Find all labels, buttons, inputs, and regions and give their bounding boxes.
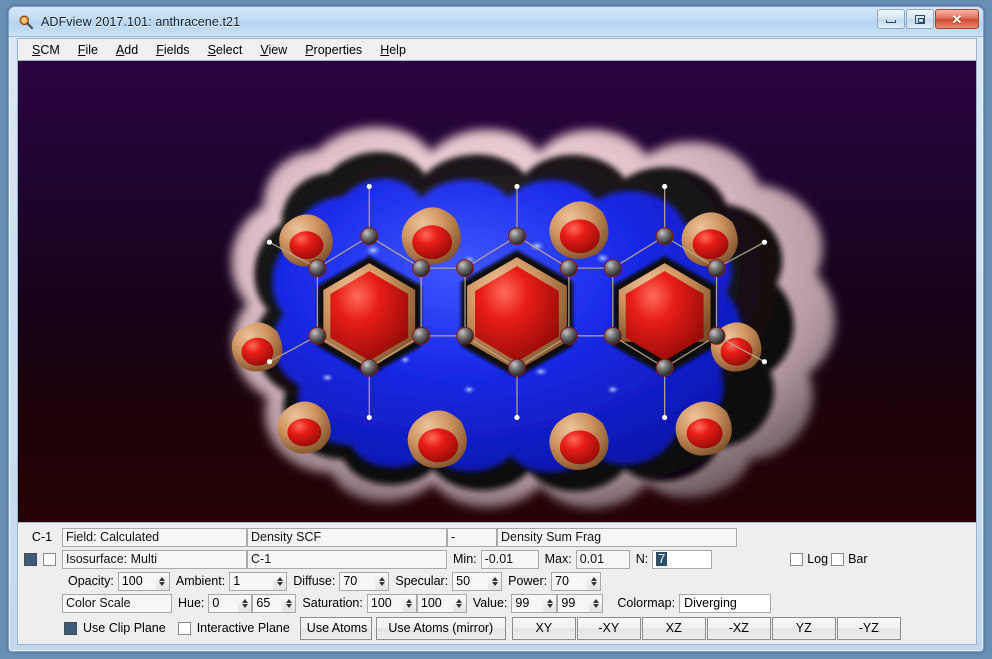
isosurface-render <box>231 126 836 509</box>
plane-row: Use Clip Plane Interactive Plane Use Ato… <box>20 616 976 640</box>
hue-input-1[interactable]: 0 <box>208 593 239 613</box>
field-name2-box[interactable]: Density Sum Frag <box>497 527 737 547</box>
menu-item-select[interactable]: Select <box>199 41 252 59</box>
bar-label: Bar <box>848 552 868 566</box>
control-panel: C-1 Field: Calculated Density SCF - Dens… <box>17 523 977 645</box>
surface-color-swatch[interactable] <box>24 552 37 566</box>
surface-visible-checkbox[interactable] <box>43 552 56 566</box>
saturation-spinner-1[interactable] <box>402 593 417 613</box>
use-atoms-mirror-button[interactable]: Use Atoms (mirror) <box>375 616 506 640</box>
max-input[interactable]: 0.01 <box>575 549 630 569</box>
isosurface-value-box[interactable]: C-1 <box>247 549 447 569</box>
application-window: ADFview 2017.101: anthracene.t21 ✕ SCM F… <box>8 6 984 652</box>
interactive-plane-label: Interactive Plane <box>196 621 290 635</box>
menu-bar: SCM File Add Fields Select View Properti… <box>17 38 977 60</box>
value-spinner-2[interactable] <box>589 593 604 613</box>
minimize-icon <box>886 20 896 23</box>
n-input[interactable]: 7 <box>652 549 713 569</box>
log-checkbox[interactable] <box>790 552 804 566</box>
menu-item-file[interactable]: File <box>69 41 107 59</box>
menu-item-view[interactable]: View <box>251 41 296 59</box>
ambient-label: Ambient: <box>175 574 226 588</box>
plane-button-xz[interactable]: XZ <box>641 616 706 640</box>
window-controls: ✕ <box>876 9 979 29</box>
specular-input[interactable]: 50 <box>452 571 489 591</box>
color-scale-row: Color Scale Hue: 0 65 Saturation: 100 10… <box>20 593 976 613</box>
interactive-plane-checkbox[interactable] <box>177 621 191 635</box>
hue-spinner-2[interactable] <box>282 593 297 613</box>
hue-spinner-1[interactable] <box>238 593 253 613</box>
plane-button-neg-yz[interactable]: -YZ <box>836 616 901 640</box>
value-spinner-1[interactable] <box>543 593 558 613</box>
title-bar: ADFview 2017.101: anthracene.t21 ✕ <box>9 7 983 37</box>
field-type-box[interactable]: Field: Calculated <box>62 527 247 547</box>
use-clip-plane-label: Use Clip Plane <box>83 621 166 635</box>
minimize-button[interactable] <box>877 9 905 29</box>
isosurface-row: Isosurface: Multi C-1 Min: -0.01 Max: 0.… <box>20 549 976 569</box>
close-icon: ✕ <box>951 11 963 27</box>
use-clip-plane-checkbox[interactable] <box>64 621 77 635</box>
bar-checkbox[interactable] <box>831 552 845 566</box>
close-button[interactable]: ✕ <box>935 9 979 29</box>
colormap-select[interactable]: Diverging <box>679 593 772 613</box>
max-label: Max: <box>544 552 572 566</box>
plane-button-neg-xz[interactable]: -XZ <box>706 616 771 640</box>
plane-button-yz[interactable]: YZ <box>771 616 836 640</box>
diffuse-spinner[interactable] <box>375 571 390 591</box>
menu-item-help[interactable]: Help <box>371 41 415 59</box>
n-value: 7 <box>656 551 668 566</box>
power-label: Power: <box>508 574 548 588</box>
restore-icon <box>915 14 925 24</box>
opacity-label: Opacity: <box>68 574 114 588</box>
window-title: ADFview 2017.101: anthracene.t21 <box>41 14 241 29</box>
n-label: N: <box>635 552 649 566</box>
specular-spinner[interactable] <box>488 571 503 591</box>
cell-label: C-1 <box>31 530 53 544</box>
power-spinner[interactable] <box>587 571 602 591</box>
opacity-input[interactable]: 100 <box>117 571 156 591</box>
saturation-input-1[interactable]: 100 <box>366 593 403 613</box>
value-label: Value: <box>472 596 508 610</box>
color-scale-box[interactable]: Color Scale <box>62 593 172 613</box>
log-label: Log <box>807 552 829 566</box>
power-input[interactable]: 70 <box>551 571 588 591</box>
plane-button-xy[interactable]: XY <box>511 616 576 640</box>
ambient-spinner[interactable] <box>273 571 288 591</box>
restore-button[interactable] <box>906 9 934 29</box>
menu-item-fields[interactable]: Fields <box>147 41 198 59</box>
diffuse-label: Diffuse: <box>293 574 336 588</box>
colormap-label: Colormap: <box>617 596 676 610</box>
hue-label: Hue: <box>178 596 205 610</box>
material-row: Opacity: 100 Ambient: 1 Diffuse: 70 Spec… <box>20 571 976 591</box>
menu-item-add[interactable]: Add <box>107 41 147 59</box>
menu-item-scm[interactable]: SCM <box>23 41 69 59</box>
ambient-input[interactable]: 1 <box>229 571 274 591</box>
hue-input-2[interactable]: 65 <box>252 593 283 613</box>
specular-label: Specular: <box>395 574 449 588</box>
field-dash-box[interactable]: - <box>447 527 497 547</box>
min-label: Min: <box>453 552 477 566</box>
diffuse-input[interactable]: 70 <box>339 571 376 591</box>
molecular-viewport[interactable] <box>17 60 977 523</box>
menu-item-properties[interactable]: Properties <box>296 41 371 59</box>
saturation-label: Saturation: <box>302 596 363 610</box>
use-atoms-button[interactable]: Use Atoms <box>299 616 372 640</box>
min-input[interactable]: -0.01 <box>480 549 539 569</box>
field-name-box[interactable]: Density SCF <box>247 527 447 547</box>
value-input-1[interactable]: 99 <box>511 593 544 613</box>
plane-button-neg-xy[interactable]: -XY <box>576 616 641 640</box>
opacity-spinner[interactable] <box>155 571 170 591</box>
magnifier-icon <box>18 14 34 30</box>
saturation-spinner-2[interactable] <box>452 593 467 613</box>
saturation-input-2[interactable]: 100 <box>416 593 453 613</box>
field-row: C-1 Field: Calculated Density SCF - Dens… <box>20 527 976 547</box>
isosurface-type-box[interactable]: Isosurface: Multi <box>62 549 247 569</box>
value-input-2[interactable]: 99 <box>557 593 590 613</box>
